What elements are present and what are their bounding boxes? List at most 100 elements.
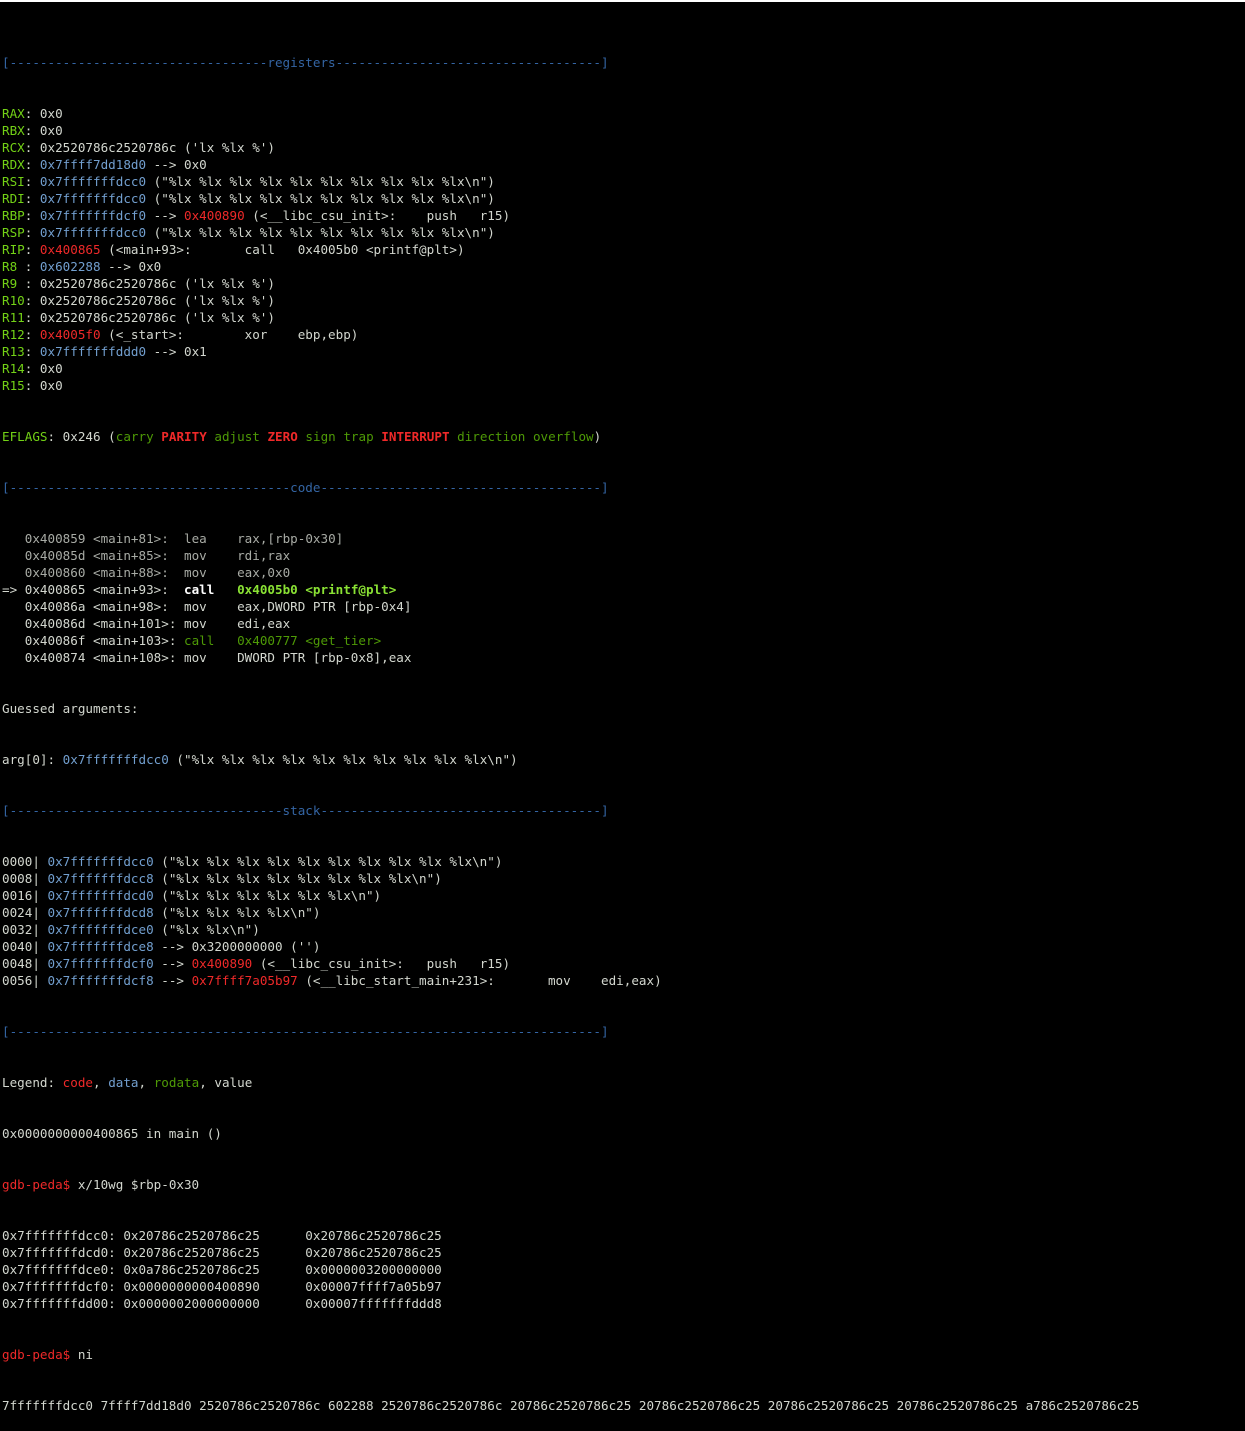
gdb-prompt: gdb-peda$ [2,1347,78,1362]
code-section: 0x400859 <main+81>: lea rax,[rbp-0x30] 0… [2,530,1139,666]
stack-row: 0024| 0x7fffffffdcd8 ("%lx %lx %lx %lx\n… [2,905,321,920]
register-name: RDI [2,191,25,206]
stack-address: 0x7fffffffdce0 [47,922,154,937]
stack-row: 0000| 0x7fffffffdcc0 ("%lx %lx %lx %lx %… [2,854,503,869]
stack-offset: 0048| [2,956,48,971]
register-value: 0x400865 [39,242,101,257]
instruction-mnemonic: call [184,582,215,597]
instruction-symbol: <main+88>: [85,565,184,580]
register-name: R8 [2,259,25,274]
instruction-operands: eax,0x0 [206,565,291,580]
stack-address: 0x7fffffffdce8 [47,939,154,954]
register-row: RBX: 0x0 [2,123,63,138]
register-row: R10: 0x2520786c2520786c ('lx %lx %') [2,293,275,308]
code-line: 0x400874 <main+108>: mov DWORD PTR [rbp-… [2,649,1139,666]
register-value: 0x7fffffffdcc0 [39,174,147,189]
register-name: RCX [2,140,25,155]
instruction-mnemonic: mov [184,616,207,631]
instruction-address: 0x40086f [24,633,86,648]
register-row: R11: 0x2520786c2520786c ('lx %lx %') [2,310,275,325]
instruction-address: 0x400865 [24,582,86,597]
instruction-address: 0x40085d [24,548,86,563]
register-name: R13 [2,344,25,359]
register-row: RDX: 0x7ffff7dd18d0 --> 0x0 [2,157,207,172]
instruction-operands: DWORD PTR [rbp-0x8],eax [206,650,412,665]
register-name: RBP [2,208,25,223]
instruction-mnemonic: mov [184,548,207,563]
register-row: R12: 0x4005f0 (<_start>: xor ebp,ebp) [2,327,359,342]
stack-offset: 0056| [2,973,48,988]
register-value: 0x7fffffffddd0 [39,344,147,359]
command-line-1: gdb-peda$ x/10wg $rbp-0x30 [2,1176,1139,1193]
stack-address: 0x7fffffffdcf0 [47,956,154,971]
code-separator: [-------------------------------------co… [2,480,609,495]
stack-address: 0x7fffffffdcf8 [47,973,154,988]
register-name: R10 [2,293,25,308]
register-row: RSP: 0x7fffffffdcc0 ("%lx %lx %lx %lx %l… [2,225,495,240]
instruction-symbol: <main+81>: [85,531,184,546]
register-value: 0x7ffff7dd18d0 [39,157,147,172]
stack-offset: 0016| [2,888,48,903]
guessed-arguments-label: Guessed arguments: [2,701,139,716]
code-pointer [2,531,25,546]
code-line: => 0x400865 <main+93>: call 0x4005b0 <pr… [2,581,1139,598]
stack-row: 0016| 0x7fffffffdcd0 ("%lx %lx %lx %lx %… [2,888,382,903]
stack-row: 0032| 0x7fffffffdce0 ("%lx %lx\n") [2,922,260,937]
memory-dump-row: 0x7fffffffdce0: 0x0a786c2520786c25 0x000… [2,1262,442,1277]
instruction-symbol: <main+101>: [85,616,184,631]
program-output: 7fffffffdcc0 7ffff7dd18d0 2520786c252078… [2,1398,1140,1413]
instruction-symbol: <main+108>: [85,650,184,665]
register-value: 0x7fffffffdcf0 [39,208,147,223]
code-pointer [2,599,25,614]
stack-separator: [------------------------------------sta… [2,803,609,818]
stack-row: 0056| 0x7fffffffdcf8 --> 0x7ffff7a05b97 … [2,973,662,988]
gdb-prompt: gdb-peda$ [2,1177,78,1192]
stack-address: 0x7fffffffdcc0 [47,854,154,869]
stack-row: 0048| 0x7fffffffdcf0 --> 0x400890 (<__li… [2,956,511,971]
instruction-symbol: <main+85>: [85,548,184,563]
stack-offset: 0040| [2,939,48,954]
arg0-line: arg[0]: 0x7fffffffdcc0 ("%lx %lx %lx %lx… [2,752,518,767]
instruction-mnemonic: lea [184,531,207,546]
register-row: R8 : 0x602288 --> 0x0 [2,259,162,274]
stack-address: 0x7fffffffdcd0 [47,888,154,903]
code-pointer: => [2,582,25,597]
stack-address: 0x7fffffffdcc8 [47,871,154,886]
register-row: RSI: 0x7fffffffdcc0 ("%lx %lx %lx %lx %l… [2,174,495,189]
stack-offset: 0024| [2,905,48,920]
register-value: 0x7fffffffdcc0 [39,225,147,240]
end-separator: [---------------------------------------… [2,1024,609,1039]
memory-dump: 0x7fffffffdcc0: 0x20786c2520786c25 0x207… [2,1227,1139,1312]
register-name: R11 [2,310,25,325]
window-title-fragment [530,0,640,5]
code-pointer [2,548,25,563]
memory-dump-row: 0x7fffffffdcc0: 0x20786c2520786c25 0x207… [2,1228,442,1243]
stack-address: 0x7fffffffdcd8 [47,905,154,920]
terminal-output[interactable]: [----------------------------------regis… [2,20,1139,1431]
code-pointer [2,616,25,631]
stack-code-pointer: 0x7ffff7a05b97 [191,973,298,988]
instruction-mnemonic: mov [184,565,207,580]
instruction-address: 0x40086a [24,599,86,614]
location-line: 0x0000000000400865 in main () [2,1126,222,1141]
register-value: 0x400890 [184,208,245,223]
code-line: 0x40086d <main+101>: mov edi,eax [2,615,1139,632]
command-text: ni [77,1347,93,1362]
stack-offset: 0032| [2,922,48,937]
register-row: R13: 0x7fffffffddd0 --> 0x1 [2,344,207,359]
memory-dump-row: 0x7fffffffdcd0: 0x20786c2520786c25 0x207… [2,1245,442,1260]
register-name: R14 [2,361,25,376]
legend-line: Legend: code, data, rodata, value [2,1075,253,1090]
stack-offset: 0000| [2,854,48,869]
register-row: R14: 0x0 [2,361,63,376]
instruction-operands: rax,[rbp-0x30] [206,531,344,546]
code-line: 0x40086a <main+98>: mov eax,DWORD PTR [r… [2,598,1139,615]
register-name: RSI [2,174,25,189]
memory-dump-row: 0x7fffffffdd00: 0x0000002000000000 0x000… [2,1296,442,1311]
eflags-line: EFLAGS: 0x246 (carry PARITY adjust ZERO … [2,429,602,444]
register-row: RCX: 0x2520786c2520786c ('lx %lx %') [2,140,275,155]
code-line: 0x40086f <main+103>: call 0x400777 <get_… [2,632,1139,649]
register-row: RIP: 0x400865 (<main+93>: call 0x4005b0 … [2,242,465,257]
registers-separator: [----------------------------------regis… [2,55,609,70]
instruction-operands: 0x400777 <get_tier> [214,633,382,648]
